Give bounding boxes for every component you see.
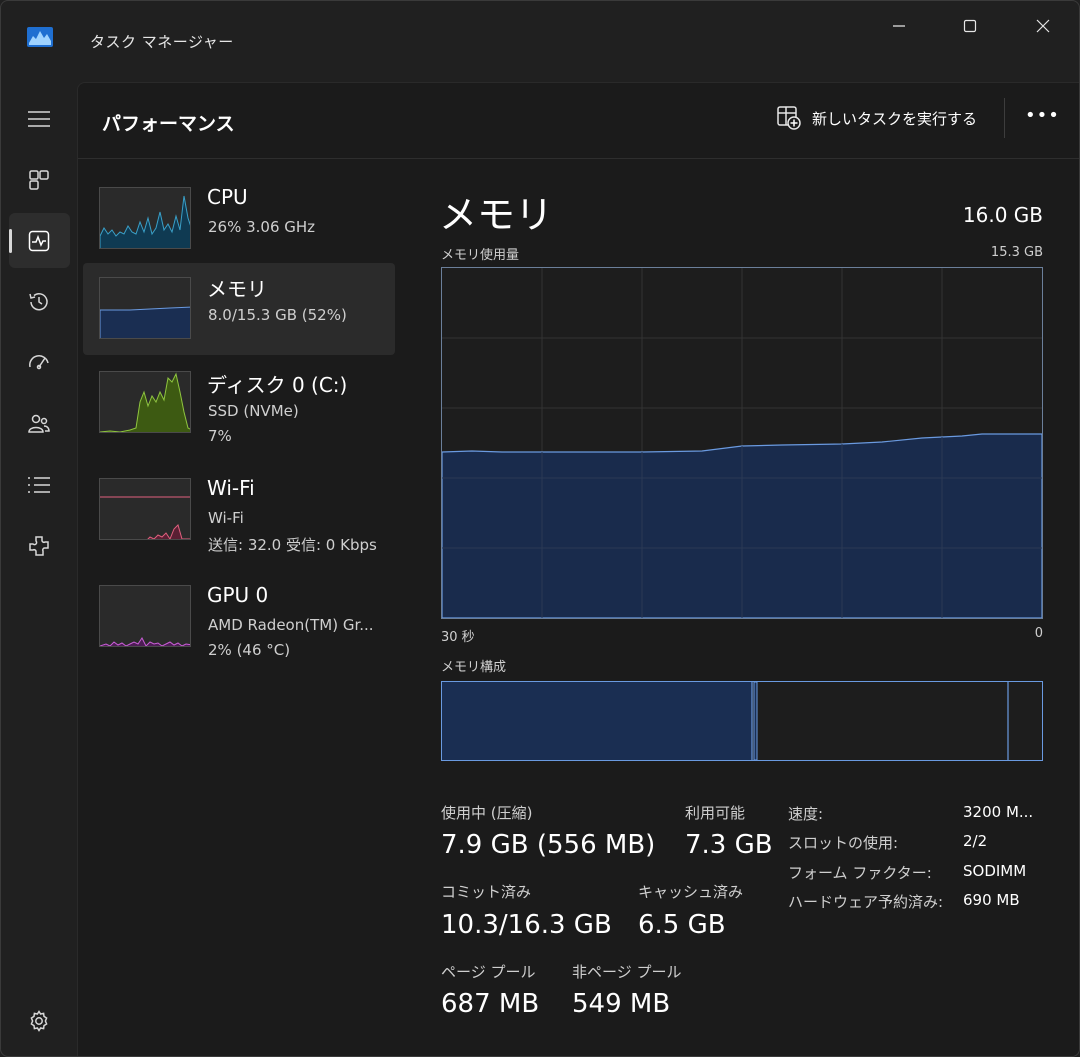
processes-icon (29, 170, 49, 190)
run-new-task-label: 新しいタスクを実行する (812, 109, 978, 128)
resource-detail: 8.0/15.3 GB (52%) (208, 306, 347, 324)
nav-menu-button[interactable] (21, 101, 57, 137)
prop-slots-value: 2/2 (963, 832, 988, 850)
nav-app-history[interactable] (21, 284, 57, 320)
stat-cached-value: 6.5 GB (638, 910, 726, 940)
resource-name: GPU 0 (207, 583, 269, 607)
stat-committed-label: コミット済み (441, 883, 532, 901)
nav-settings[interactable] (21, 1003, 57, 1039)
stat-in-use-value: 7.9 GB (556 MB) (441, 830, 656, 860)
nav-details[interactable] (21, 467, 57, 503)
stat-in-use-label: 使用中 (圧縮) (441, 804, 533, 822)
task-manager-app-icon (27, 27, 53, 47)
resource-name: CPU (207, 185, 248, 209)
chart-time-left: 30 秒 (441, 630, 475, 645)
close-icon (1036, 19, 1050, 33)
detail-title: メモリ (439, 193, 554, 237)
close-button[interactable] (1023, 11, 1063, 41)
chart-time-right: 0 (1034, 626, 1043, 641)
memory-thumbnail-graph (99, 277, 191, 339)
memory-usage-chart (441, 267, 1043, 619)
resource-item-cpu[interactable]: CPU 26% 3.06 GHz (83, 175, 395, 267)
minimize-button[interactable] (879, 11, 919, 41)
settings-icon (30, 1010, 48, 1032)
nav-active-indicator (9, 229, 12, 253)
more-options-button[interactable]: ••• (1025, 105, 1060, 126)
page-title: パフォーマンス (102, 113, 235, 135)
stat-cached-label: キャッシュ済み (638, 883, 744, 901)
composition-label: メモリ構成 (441, 660, 507, 675)
app-history-icon (29, 293, 48, 311)
resource-detail: 26% 3.06 GHz (208, 218, 316, 236)
memory-total: 16.0 GB (962, 203, 1043, 227)
memory-composition-bar (441, 681, 1043, 761)
usage-chart-label: メモリ使用量 (441, 248, 520, 263)
nav-performance[interactable] (21, 223, 57, 259)
run-new-task-icon (777, 106, 801, 130)
resource-detail: Wi-Fi (208, 509, 244, 527)
maximize-button[interactable] (950, 11, 990, 41)
resource-name: メモリ (207, 277, 267, 301)
nav-services[interactable] (21, 528, 57, 564)
nav-processes[interactable] (21, 162, 57, 198)
resource-name: ディスク 0 (C:) (207, 373, 348, 397)
header-separator (1004, 98, 1005, 138)
stat-available-label: 利用可能 (685, 804, 746, 822)
details-icon (28, 477, 50, 493)
prop-hw-reserved-label: ハードウェア予約済み: (788, 893, 944, 911)
maximize-icon (963, 19, 977, 33)
cpu-thumbnail-graph (99, 187, 191, 249)
stat-committed-value: 10.3/16.3 GB (441, 910, 612, 940)
nav-startup[interactable] (21, 345, 57, 381)
resource-item-disk[interactable]: ディスク 0 (C:) SSD (NVMe) 7% (83, 359, 395, 451)
resource-detail: AMD Radeon(TM) Gr... (208, 616, 374, 634)
resource-detail-secondary: 送信: 32.0 受信: 0 Kbps (208, 536, 377, 554)
stat-paged-pool-label: ページ プール (441, 963, 536, 981)
performance-icon (28, 230, 50, 252)
stat-nonpaged-pool-label: 非ページ プール (572, 963, 682, 981)
disk-thumbnail-graph (99, 371, 191, 433)
window-title: タスク マネージャー (90, 33, 234, 51)
usage-chart-max: 15.3 GB (990, 245, 1043, 260)
title-bar[interactable]: タスク マネージャー (1, 1, 1079, 51)
resource-detail-secondary: 2% (46 °C) (208, 641, 291, 659)
startup-icon (29, 355, 49, 370)
services-icon (29, 536, 49, 556)
run-new-task-button[interactable]: 新しいタスクを実行する (776, 105, 977, 131)
menu-icon (28, 111, 50, 127)
resource-name: Wi-Fi (207, 476, 255, 500)
stat-available-value: 7.3 GB (685, 830, 773, 860)
prop-hw-reserved-value: 690 MB (963, 891, 1020, 909)
nav-users[interactable] (21, 406, 57, 442)
resource-item-memory[interactable]: メモリ 8.0/15.3 GB (52%) (83, 263, 395, 355)
wifi-thumbnail-graph (99, 478, 191, 540)
prop-form-factor-value: SODIMM (963, 862, 1027, 880)
minimize-icon (893, 25, 905, 27)
resource-detail-secondary: 7% (208, 427, 232, 445)
prop-form-factor-label: フォーム ファクター: (788, 864, 932, 882)
resource-item-wifi[interactable]: Wi-Fi Wi-Fi 送信: 32.0 受信: 0 Kbps (83, 466, 395, 558)
prop-speed-value: 3200 M... (963, 803, 1034, 821)
prop-speed-label: 速度: (788, 805, 824, 823)
prop-slots-label: スロットの使用: (788, 834, 899, 852)
header-divider (78, 158, 1079, 159)
task-manager-window: タスク マネージャー パフォーマンス 新しいタスクを実行する ••• CPU 2… (0, 0, 1080, 1057)
resource-detail: SSD (NVMe) (208, 402, 299, 420)
gpu-thumbnail-graph (99, 585, 191, 647)
resource-item-gpu[interactable]: GPU 0 AMD Radeon(TM) Gr... 2% (46 °C) (83, 573, 395, 665)
stat-nonpaged-pool-value: 549 MB (572, 989, 671, 1019)
stat-paged-pool-value: 687 MB (441, 989, 540, 1019)
users-icon (28, 414, 50, 433)
